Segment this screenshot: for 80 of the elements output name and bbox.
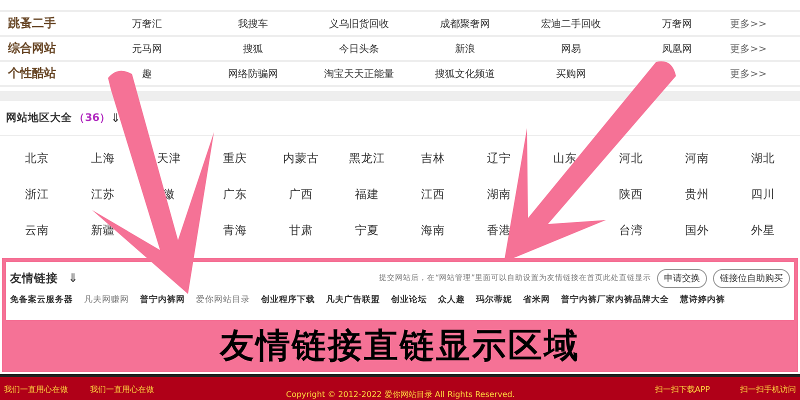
site-link[interactable]: 我搜车 bbox=[238, 18, 268, 30]
region-link[interactable]: 湖南 bbox=[487, 186, 511, 200]
more-link[interactable]: 更多>> bbox=[730, 42, 800, 56]
region-link[interactable]: 香港 bbox=[487, 222, 511, 236]
region-link[interactable]: 甘肃 bbox=[289, 222, 313, 236]
region-link[interactable]: 四川 bbox=[751, 186, 775, 200]
region-link[interactable]: 新疆 bbox=[91, 222, 115, 236]
site-link[interactable]: 网易 bbox=[561, 44, 581, 54]
site-link[interactable]: 搜狐文化频道 bbox=[435, 68, 495, 80]
region-link[interactable]: 湖北 bbox=[751, 150, 775, 164]
region-link[interactable]: 陕西 bbox=[619, 186, 643, 200]
friend-link[interactable]: 凡夫广告联盟 bbox=[326, 294, 380, 306]
region-link[interactable]: 内蒙古 bbox=[283, 150, 319, 164]
friend-link[interactable]: 慧诗婷内裤 bbox=[680, 294, 725, 306]
footer-link[interactable]: 扫一扫下载APP bbox=[654, 384, 710, 395]
friend-link[interactable]: 玛尔蒂妮 bbox=[476, 294, 512, 306]
site-link[interactable]: 义乌旧货回收 bbox=[329, 18, 389, 30]
site-link[interactable]: 宏迪二手回收 bbox=[541, 18, 601, 30]
friend-link[interactable]: 省米网 bbox=[523, 294, 550, 306]
collapse-toggle[interactable]: ⇓ bbox=[110, 112, 121, 124]
count-label: （36） bbox=[74, 111, 111, 125]
region-link[interactable]: 海南 bbox=[421, 222, 445, 236]
site-link[interactable]: 淘宝天天正能量 bbox=[324, 68, 394, 80]
region-link[interactable]: 吉林 bbox=[421, 150, 445, 164]
site-link[interactable]: 成都聚奢网 bbox=[440, 18, 490, 30]
region-link[interactable]: 江西 bbox=[421, 186, 445, 200]
region-link[interactable]: 浙江 bbox=[25, 186, 49, 200]
pill-button[interactable]: 申请交换 bbox=[657, 268, 707, 288]
region-link[interactable]: 广东 bbox=[223, 186, 247, 200]
category-name: 个性酷站 bbox=[8, 65, 57, 82]
region-link[interactable]: 江苏 bbox=[91, 186, 115, 200]
category-name: 综合网站 bbox=[8, 40, 57, 57]
region-link[interactable]: 天津 bbox=[157, 150, 181, 164]
site-link[interactable]: 凤凰网 bbox=[662, 44, 692, 54]
region-link[interactable]: 河南 bbox=[685, 150, 709, 164]
section-title: 友情链接 bbox=[10, 270, 58, 286]
region-link[interactable]: 贵州 bbox=[685, 186, 709, 200]
friend-link[interactable]: 凡夫网赚网 bbox=[84, 294, 129, 306]
friend-link[interactable]: 普宁内裤厂家内裤品牌大全 bbox=[561, 294, 669, 306]
more-link[interactable]: 更多>> bbox=[730, 66, 800, 80]
site-link[interactable]: 趣 bbox=[142, 68, 152, 80]
copyright-text: Copyright © 2012-2022 爱你网站目录 All Rights Reserved. bbox=[286, 389, 515, 400]
region-link[interactable]: 福建 bbox=[355, 186, 379, 200]
friend-link[interactable]: 众人趣 bbox=[438, 294, 465, 306]
site-link[interactable]: 元马网 bbox=[132, 44, 162, 54]
site-link[interactable]: 新浪 bbox=[455, 44, 475, 54]
collapse-toggle[interactable]: ⇓ bbox=[68, 272, 78, 284]
pill-button[interactable]: 链接位自助购买 bbox=[713, 268, 790, 288]
footer-link[interactable]: 我们一直用心在做 bbox=[90, 384, 154, 395]
site-link[interactable]: 今日头条 bbox=[339, 44, 379, 54]
region-link[interactable]: 上海 bbox=[91, 150, 115, 164]
region-link[interactable]: 辽宁 bbox=[487, 150, 511, 164]
region-link[interactable]: 云南 bbox=[25, 222, 49, 236]
friend-link[interactable]: 爱你网站目录 bbox=[196, 294, 250, 306]
region-link[interactable]: 北京 bbox=[25, 150, 49, 164]
site-link[interactable]: 网络防骗网 bbox=[228, 68, 278, 80]
section-title: 网站地区大全 bbox=[6, 111, 72, 125]
site-link[interactable]: 买购网 bbox=[556, 68, 586, 80]
region-link[interactable]: 台湾 bbox=[619, 222, 643, 236]
more-link[interactable]: 更多>> bbox=[730, 16, 800, 30]
site-link[interactable]: 搜狐 bbox=[243, 44, 263, 54]
friend-link[interactable]: 创业程序下载 bbox=[261, 294, 315, 306]
region-link[interactable]: 外星 bbox=[751, 222, 775, 236]
site-link[interactable]: 万奢网 bbox=[662, 18, 692, 30]
region-link[interactable]: 宁夏 bbox=[355, 222, 379, 236]
friend-link[interactable]: 普宁内裤网 bbox=[140, 294, 185, 306]
site-link[interactable]: 万奢汇 bbox=[132, 18, 162, 30]
region-link[interactable]: 广西 bbox=[289, 186, 313, 200]
region-link[interactable]: 国外 bbox=[685, 222, 709, 236]
region-link[interactable]: 重庆 bbox=[223, 150, 247, 164]
region-link[interactable]: 黑龙江 bbox=[349, 150, 385, 164]
friend-link[interactable]: 免备案云服务器 bbox=[10, 294, 73, 306]
footer-link[interactable]: 扫一扫手机访问 bbox=[740, 384, 796, 395]
region-link[interactable]: 青海 bbox=[223, 222, 247, 236]
region-link[interactable]: 河北 bbox=[619, 150, 643, 164]
region-link[interactable]: 山东 bbox=[553, 150, 577, 164]
friend-link[interactable]: 创业论坛 bbox=[391, 294, 427, 306]
caption-banner: 友情链接直链显示区域 bbox=[2, 320, 798, 372]
footer-link[interactable]: 我们一直用心在做 bbox=[4, 384, 68, 395]
category-name: 跳蚤二手 bbox=[8, 15, 57, 32]
